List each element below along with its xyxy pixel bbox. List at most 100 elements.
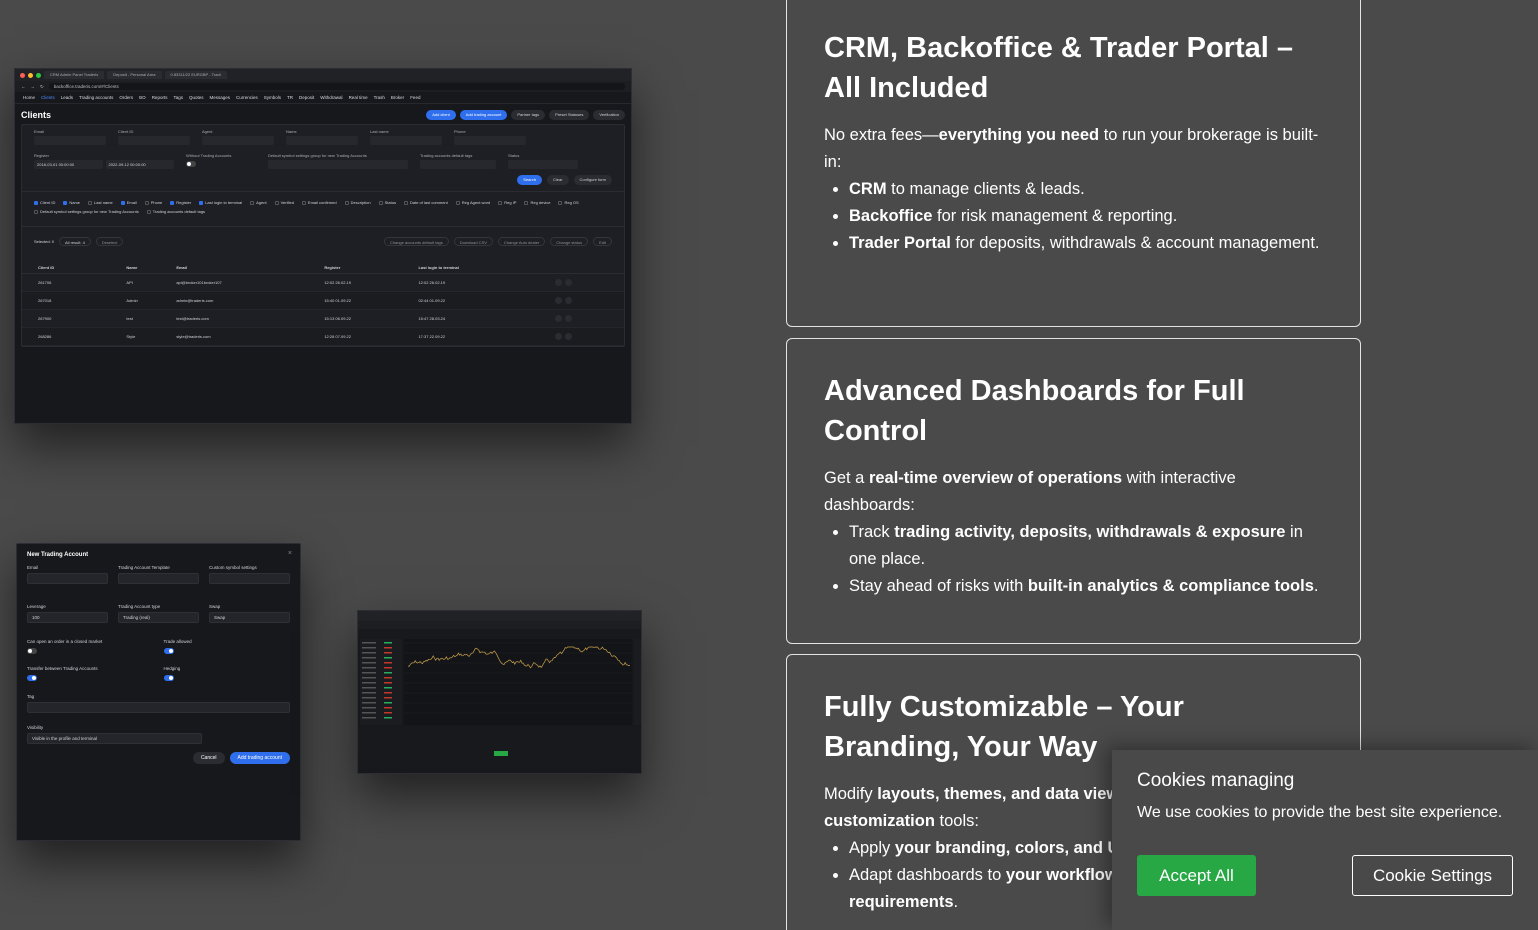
menu-icon [555, 315, 563, 322]
close-icon: × [287, 550, 292, 557]
card-title: CRM, Backoffice & Trader Portal – All In… [824, 32, 1293, 104]
card-intro: No extra fees—everything you need to run… [824, 126, 1319, 171]
filter-field: Last name [370, 129, 442, 145]
symbol-group-label: Default symbol settings group for new Tr… [268, 153, 367, 158]
browser-urlbar: ← → ↻ backoffice.traderis.com/#/Clients [15, 81, 631, 92]
cookie-message: We use cookies to provide the best site … [1137, 804, 1503, 821]
cell-email: api@broker101broker107 [173, 273, 322, 292]
menu-item: Symbols [263, 95, 282, 100]
filter-input [202, 136, 274, 145]
card-list: CRM to manage clients & leads. Backoffic… [849, 176, 1323, 257]
filter-input [286, 136, 358, 145]
table-row: 267900 test test@traderis.com 15:13 06.0… [22, 309, 624, 328]
cell-register: 15:13 06.09.22 [321, 309, 416, 328]
transfer-field: Transfer between Trading Accounts [27, 666, 154, 681]
cell-name: Style [123, 327, 174, 346]
visibility-select: Visible in the profile and terminal [27, 733, 202, 744]
status-field: Status [508, 153, 578, 169]
cookie-settings-button[interactable]: Cookie Settings [1352, 855, 1513, 896]
hedging-field: Hedging [163, 666, 291, 681]
browser-tabbar: CRM Admin Panel Traderis Deposit - Perso… [15, 69, 631, 81]
menu-item: Home [23, 95, 36, 100]
tag-label: Tag [27, 694, 35, 699]
filter-field: Agent [202, 129, 274, 145]
menu-item: Messages [209, 95, 230, 100]
cookie-actions: Accept All Cookie Settings [1137, 855, 1513, 896]
list-item: Stay ahead of risks with built-in analyt… [849, 573, 1323, 600]
symbol-group-field: Default symbol settings group for new Tr… [268, 153, 408, 169]
column-checkbox: Description [344, 200, 371, 205]
column-checkbox: Client ID [34, 200, 55, 205]
column-checkboxes: Client ID Name Last name Email Phone Reg… [22, 191, 624, 218]
menu-item: Quotes [188, 95, 204, 100]
cookie-title: Cookies managing [1137, 770, 1295, 791]
column-header: Email [173, 262, 322, 274]
add-trading-account-submit: Add trading account [229, 752, 290, 764]
back-icon: ← [21, 84, 26, 89]
menu-item: BO [139, 95, 146, 100]
filter-input [454, 136, 526, 145]
filter-label: Name [286, 129, 297, 134]
tag-select [27, 702, 290, 713]
menu-item: Reports [151, 95, 168, 100]
hedging-label: Hedging [163, 666, 181, 671]
transfer-toggle [27, 675, 37, 681]
template-field: Trading Account Template [118, 565, 199, 584]
change-auto-dealer-button: Change Auto dealer [497, 237, 546, 246]
cell-name: Admin [123, 291, 174, 310]
preset-statuses-button: Preset Statuses [549, 110, 590, 120]
template-select [118, 573, 199, 584]
modal-title: New Trading Account [27, 552, 89, 558]
filter-input [34, 136, 106, 145]
visibility-label: Visibility [27, 725, 44, 730]
register-label: Register [34, 153, 49, 158]
accept-all-button[interactable]: Accept All [1137, 855, 1256, 896]
account-type-select: Trading (real) [118, 612, 199, 623]
filter-input [118, 136, 190, 145]
cell-id: 267900 [22, 309, 124, 328]
column-checkbox: Agent [250, 200, 267, 205]
add-trading-account-button: Add trading account [459, 110, 508, 120]
menu-item: Real time [348, 95, 368, 100]
menu-item: Deposit [299, 95, 315, 100]
menu-item: Feed [410, 95, 421, 100]
without-accounts-label: Without Trading Accounts [186, 153, 232, 158]
clients-actions: Add client Add trading account Partner t… [426, 110, 625, 120]
card-title: Advanced Dashboards for Full Control [824, 375, 1245, 447]
modal-footer: Cancel Add trading account [17, 744, 300, 772]
column-checkbox: Email [120, 200, 137, 205]
gear-icon [565, 297, 573, 304]
deselect-button: Deselect [95, 237, 124, 246]
browser-tab: Deposit - Personal Area [107, 71, 162, 79]
leverage-select: 100 [27, 612, 108, 623]
menu-icon [555, 297, 563, 304]
status-label: Status [508, 153, 520, 158]
cell-name: API [123, 273, 174, 292]
partner-tags-button: Partner tags [511, 110, 546, 120]
column-checkbox: Default symbol settings group for new Tr… [34, 209, 139, 214]
email-label: Email [27, 565, 39, 570]
closed-market-label: Can open an order in a closed market [27, 639, 103, 644]
trade-allowed-toggle [163, 648, 174, 654]
leverage-field: Leverage 100 [27, 604, 108, 623]
column-checkbox: Last login to terminal [199, 200, 242, 205]
all-result: All result: 4 [59, 237, 91, 246]
selected-count: Selected: 0 [34, 239, 55, 244]
column-checkbox: Name [63, 200, 80, 205]
menu-item-active: Clients [41, 95, 55, 100]
page: CRM Admin Panel Traderis Deposit - Perso… [0, 0, 1538, 930]
window-minimize-icon [28, 72, 33, 78]
template-label: Trading Account Template [118, 565, 170, 570]
clear-button: Clear [546, 175, 569, 185]
transfer-label: Transfer between Trading Accounts [27, 666, 98, 671]
gear-icon [565, 279, 573, 286]
account-type-field: Trading Account type Trading (real) [118, 604, 199, 623]
custom-symbol-select [209, 573, 290, 584]
swap-label: Swap [209, 604, 221, 609]
table-row: 267018 Admin admin@traderis.com 15:40 01… [22, 291, 624, 310]
column-checkbox: Date of last comment [403, 200, 448, 205]
menu-item: Currencies [236, 95, 258, 100]
search-button: Search [517, 175, 542, 185]
modal-row: Transfer between Trading Accounts Hedgin… [17, 663, 300, 684]
custom-symbol-label: Custom symbol settings [209, 565, 257, 570]
